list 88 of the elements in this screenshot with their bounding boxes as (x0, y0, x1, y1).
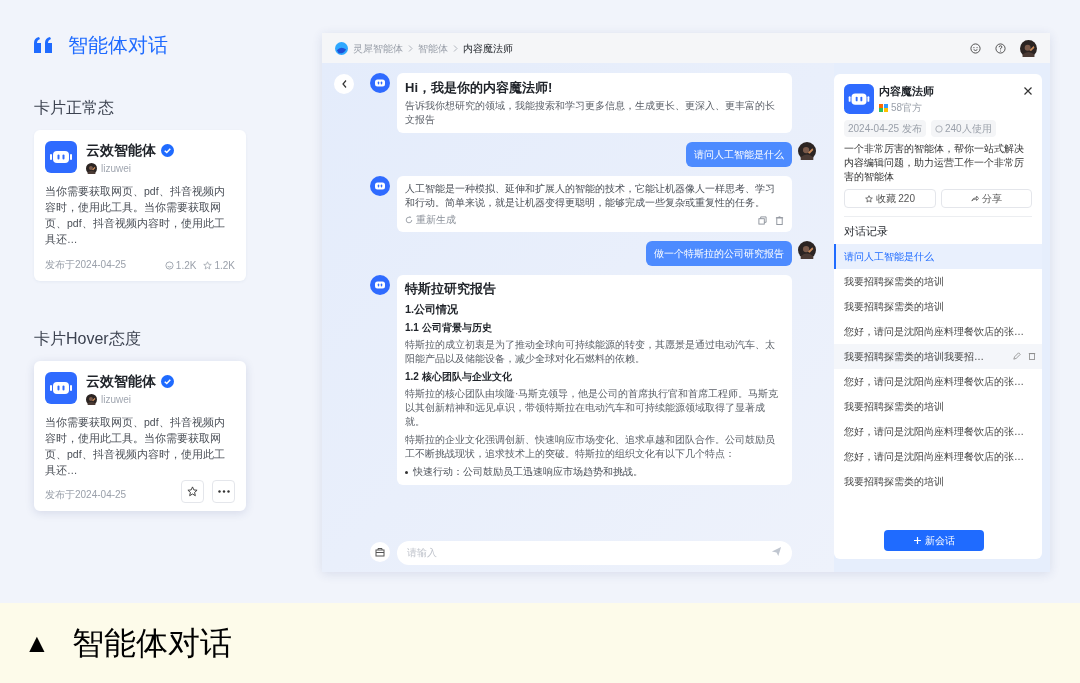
more-icon (217, 490, 230, 493)
agent-logo-icon (45, 372, 77, 404)
history-item[interactable]: 您好，请问是沈阳尚座料理餐饮店的张… (834, 318, 1042, 344)
toolbox-icon[interactable] (370, 542, 390, 562)
history-item[interactable]: 您好，请问是沈阳尚座料理餐饮店的张… (834, 443, 1042, 469)
author-name: lizuwei (101, 393, 131, 407)
date-tag: 2024-04-25 发布 (844, 120, 926, 137)
comment-icon (164, 261, 174, 270)
comment-count: 1.2K (175, 259, 197, 273)
report-heading: 1.公司情况 (405, 302, 460, 317)
agent-description: 当你需要获取网页、pdf、抖音视频内容时，使用此工具。当你需要获取网页、pdf、抖音视频内容时，使用此工具还… (45, 184, 226, 247)
plus-icon (913, 537, 921, 544)
section-heading: 卡片Hover态度 (34, 329, 142, 349)
bullet-icon (405, 471, 408, 474)
report-paragraph: 特斯拉的核心团队由埃隆·马斯克领导，他是公司的首席执行官和首席工程师。马斯克以其创新精神和远见卓识，带领特斯拉在电动汽车和可持续能源领域取得了显著成就。 (405, 387, 780, 429)
smiley-icon[interactable] (970, 42, 981, 54)
user-avatar (86, 394, 97, 405)
source-logo-icon (879, 103, 888, 112)
history-item[interactable]: 我要招聘探需类的培训 (834, 468, 1042, 494)
author-name: lizuwei (101, 162, 131, 176)
report-title: 特斯拉研究报告 (405, 281, 497, 298)
agent-name: 云效智能体 (86, 141, 156, 159)
user-message: 请问人工智能是什么 (686, 142, 792, 167)
bot-avatar-icon (370, 176, 390, 196)
new-chat-button[interactable]: 新会话 (884, 530, 984, 551)
publish-date: 发布于2024-04-25 (45, 258, 127, 272)
history-item[interactable]: 您好，请问是沈阳尚座料理餐饮店的张… (834, 418, 1042, 444)
quote-icon (34, 37, 54, 53)
agent-description: 一个非常厉害的智能体，帮你一站式解决内容编辑问题，助力运营工作一个非常厉害的智能体 (844, 142, 1025, 184)
history-title: 对话记录 (844, 224, 889, 239)
chevron-right-icon (453, 44, 458, 52)
report-subheading: 1.1 公司背景与历史 (405, 321, 493, 335)
favorite-button[interactable] (181, 480, 204, 503)
report-subheading: 1.2 核心团队与企业文化 (405, 370, 513, 384)
user-avatar (86, 163, 97, 174)
help-icon[interactable] (995, 42, 1006, 54)
share-icon (970, 195, 979, 202)
page-title: 智能体对话 (68, 33, 168, 58)
history-item[interactable]: 我要招聘探需类的培训 (834, 268, 1042, 294)
publish-date: 发布于2024-04-25 (45, 488, 127, 502)
copy-icon[interactable] (758, 215, 767, 225)
history-item[interactable]: 您好，请问是沈阳尚座料理餐饮店的张… (834, 368, 1042, 394)
triangle-mark: ▲ (24, 630, 50, 656)
agent-logo-icon (844, 84, 874, 114)
chevron-right-icon (408, 44, 413, 52)
greeting-title: Hi，我是你的内容魔法师! (405, 79, 554, 97)
history-item[interactable]: 请问人工智能是什么 (834, 243, 1042, 269)
star-icon (203, 261, 213, 270)
report-paragraph: 特斯拉的企业文化强调创新、快速响应市场变化、追求卓越和团队合作。公司鼓励员工不断挑战现状，追求技术上的突破。特斯拉的组织文化有以下几个特点： (405, 433, 776, 461)
star-icon (187, 486, 198, 497)
report-paragraph: 特斯拉的成立初衷是为了推动全球向可持续能源的转变，其愿景是通过电动汽车、太阳能产品以及储能设备，减少全球对化石燃料的依赖。 (405, 338, 776, 366)
history-item[interactable]: 我要招聘探需类的培训 (834, 293, 1042, 319)
regenerate-button[interactable]: 重新生成 (405, 214, 456, 226)
user-avatar (798, 142, 816, 160)
usage-count: 240人使用 (944, 122, 992, 136)
star-count: 1.2K (214, 259, 235, 273)
answer-text: 人工智能是一种模拟、延伸和扩展人的智能的技术，它能让机器像人一样思考、学习和行动。简单来说，就是让机器变得更聪明，能够完成一些复杂或重复性的任务。 (405, 182, 776, 210)
star-icon (864, 194, 873, 203)
history-item[interactable]: 我要招聘探需类的培训 (834, 393, 1042, 419)
bot-avatar-icon (370, 73, 390, 93)
breadcrumb-link[interactable]: 内容魔法师 (463, 40, 513, 56)
agent-logo-icon (45, 141, 77, 173)
report-bullet: 快速行动：公司鼓励员工迅速响应市场趋势和挑战。 (413, 465, 643, 479)
close-icon[interactable] (1024, 87, 1032, 95)
agent-name: 云效智能体 (86, 372, 156, 390)
comment-icon (934, 124, 943, 133)
back-button[interactable] (334, 74, 354, 94)
delete-icon[interactable] (1028, 352, 1036, 361)
user-avatar (798, 241, 816, 259)
bot-avatar-icon (370, 275, 390, 295)
caption-title: 智能体对话 (71, 627, 232, 659)
chevron-left-icon (341, 80, 347, 88)
agent-card[interactable]: 云效智能体 lizuwei 当你需要获取网页、pdf、抖音视频内容时，使用此工具。当你需要获取网页、pdf、抖音视频内容时，使用此工具还… 发布于2024-04-25 1.2K 1.2K (34, 130, 246, 281)
refresh-icon (405, 216, 413, 224)
app-logo-icon (335, 41, 348, 55)
user-avatar (1020, 39, 1037, 57)
share-button[interactable]: 分享 (940, 189, 1032, 208)
favorite-button[interactable]: 收藏 220 (844, 189, 936, 208)
agent-card[interactable]: 云效智能体 lizuwei 当你需要获取网页、pdf、抖音视频内容时，使用此工具。当你需要获取网页、pdf、抖音视频内容时，使用此工具还… 发布于2024-04-25 (34, 361, 246, 511)
delete-icon[interactable] (775, 215, 784, 225)
greeting-text: 告诉我你想研究的领域，我能搜索和学习更多信息，生成更长、更深入、更丰富的长文报告 (405, 99, 776, 127)
section-heading: 卡片正常态 (34, 98, 115, 118)
source-label: 58官方 (891, 101, 923, 115)
agent-name: 内容魔法师 (879, 84, 935, 99)
more-button[interactable] (212, 480, 235, 503)
history-item[interactable]: 我要招聘探需类的培训我要招… (834, 343, 1042, 369)
user-message: 做一个特斯拉的公司研究报告 (646, 241, 792, 266)
agent-description: 当你需要获取网页、pdf、抖音视频内容时，使用此工具。当你需要获取网页、pdf、抖音视频内容时，使用此工具还… (45, 415, 226, 478)
